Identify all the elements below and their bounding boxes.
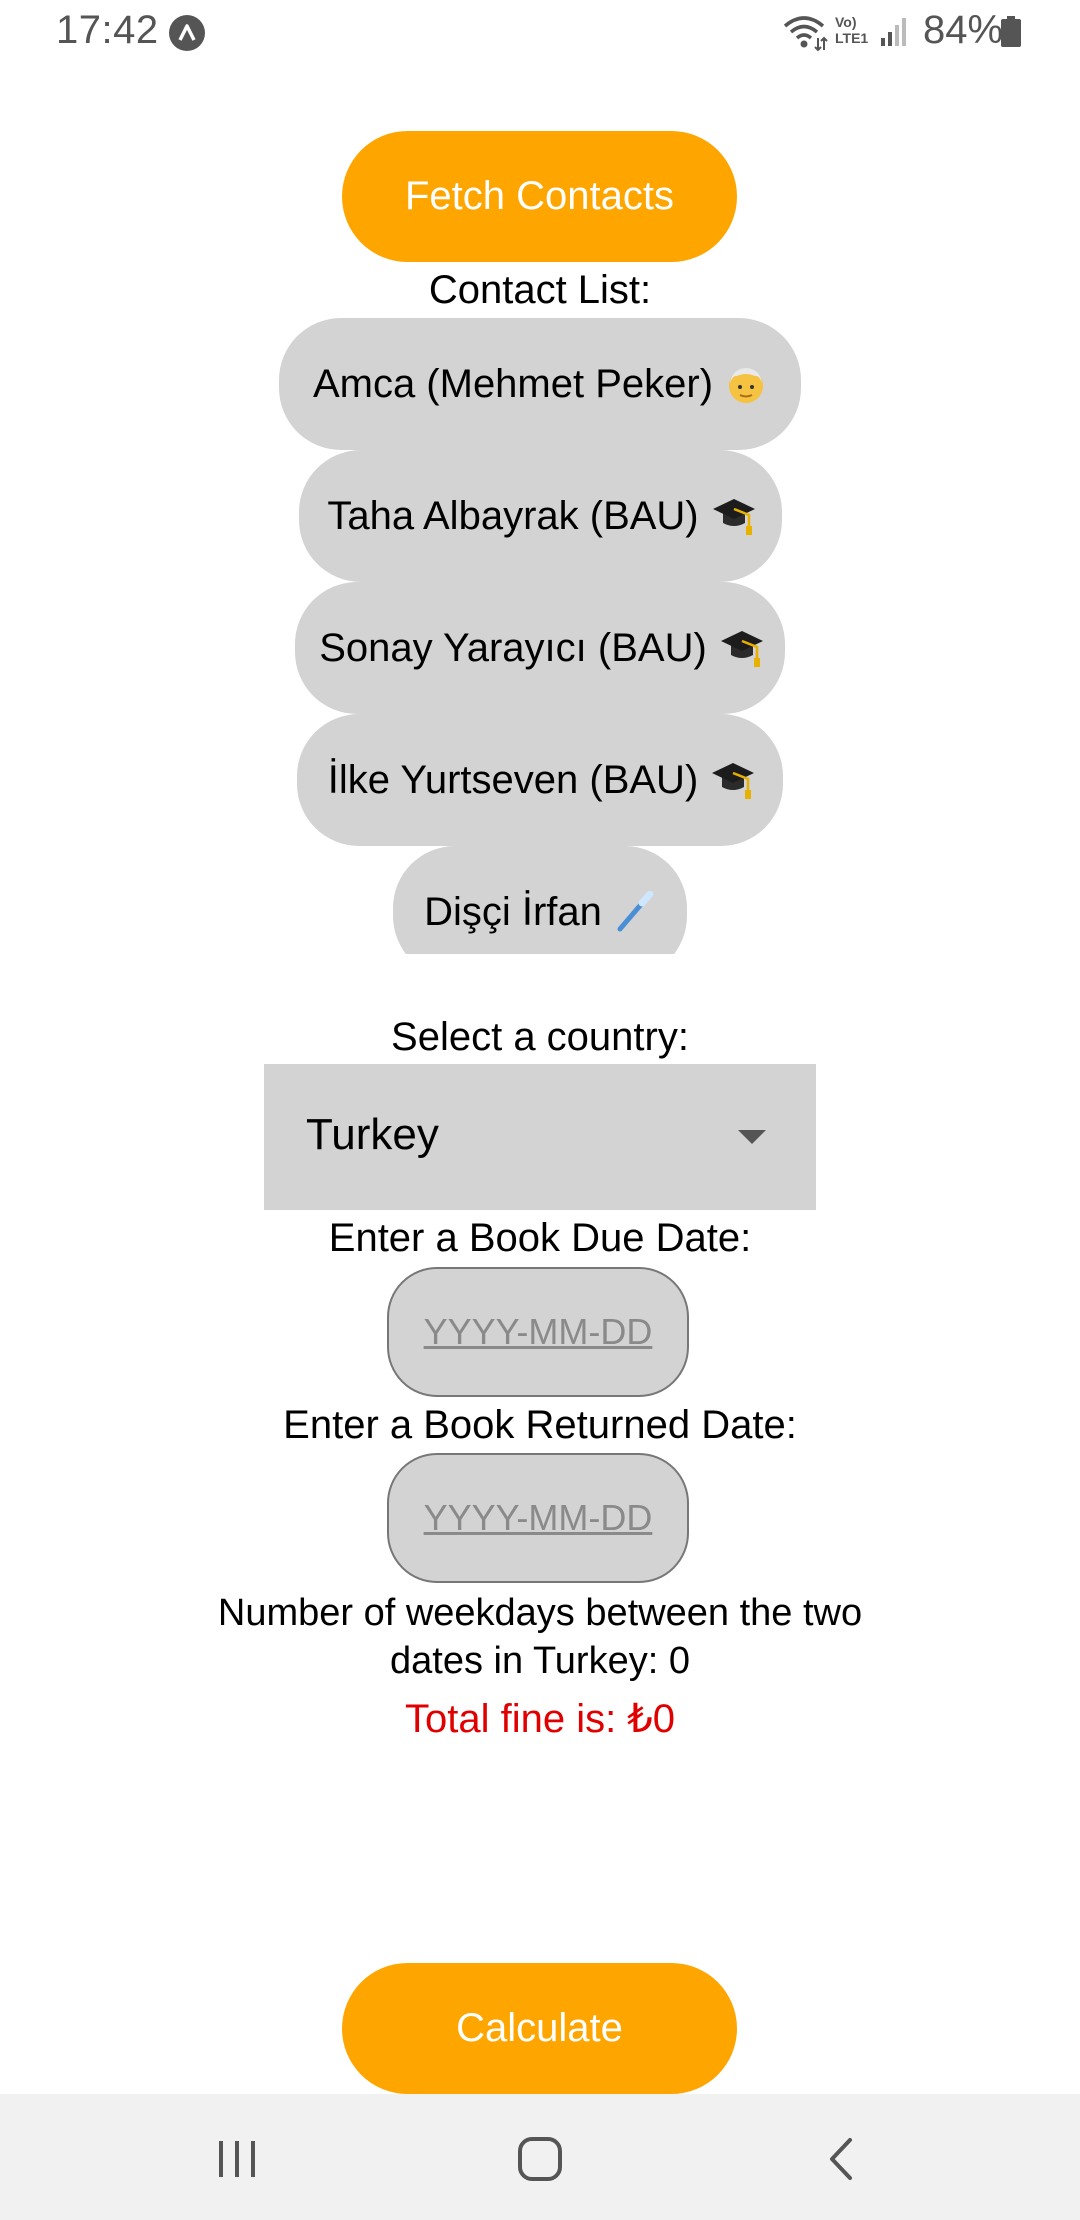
contact-item[interactable]: Amca (Mehmet Peker) [279,318,801,450]
wifi-icon [782,14,828,52]
status-bar: 17:42 Vo) LTE1 84% [0,0,1080,66]
status-time: 17:42 [56,8,159,52]
weekdays-result-line-1: Number of weekdays between the two [217,1592,863,1634]
signal-icon [880,16,910,48]
back-icon[interactable] [826,2137,856,2186]
home-icon[interactable] [517,2136,563,2187]
battery-icon [1000,16,1022,48]
contact-name: Amca (Mehmet Peker) [312,361,714,406]
returned-date-input[interactable]: YYYY-MM-DD [387,1453,689,1583]
weekdays-result-line-2: dates in Turkey: 0 [390,1640,690,1682]
contact-list[interactable]: Amca (Mehmet Peker) Taha Albayrak (BAU) [0,318,1080,954]
contact-name: Sonay Yarayıcı (BAU) [319,625,707,670]
graduation-cap-icon [710,759,755,801]
contact-item[interactable]: Sonay Yarayıcı (BAU) [295,582,785,714]
country-picker[interactable]: Turkey [264,1064,816,1210]
graduation-cap-icon [711,495,755,537]
calculate-button[interactable]: Calculate [342,1963,737,2094]
old-man-icon [725,363,767,405]
toothbrush-icon [614,890,656,933]
app-notification-icon [169,15,205,51]
due-date-input[interactable]: YYYY-MM-DD [387,1267,689,1397]
contact-name: Taha Albayrak (BAU) [327,493,699,538]
recent-apps-icon[interactable] [215,2139,259,2184]
contact-name: Dişçi İrfan [424,889,602,934]
graduation-cap-icon [719,627,763,669]
contact-item[interactable]: Dişçi İrfan [393,846,687,954]
lte-label: LTE1 [835,30,869,46]
contact-list-heading: Contact List: [428,268,652,312]
fetch-contacts-button[interactable]: Fetch Contacts [342,131,737,262]
battery-percent: 84% [923,8,1004,52]
navigation-bar [0,2094,1080,2220]
country-selected-value: Turkey [306,1110,439,1159]
returned-date-label: Enter a Book Returned Date: [283,1403,797,1447]
contact-item[interactable]: Taha Albayrak (BAU) [298,450,782,582]
due-date-label: Enter a Book Due Date: [328,1216,752,1260]
volte-indicator: Vo) LTE1 [835,14,877,50]
volte-label: Vo) [835,14,857,30]
country-label: Select a country: [391,1015,689,1059]
dropdown-arrow-icon [738,1130,766,1144]
total-fine: Total fine is: ₺0 [404,1697,676,1741]
weekdays-result: Number of weekdays between the two dates… [140,1589,940,1685]
contact-item[interactable]: İlke Yurtseven (BAU) [297,714,783,846]
contact-name: İlke Yurtseven (BAU) [327,757,699,802]
